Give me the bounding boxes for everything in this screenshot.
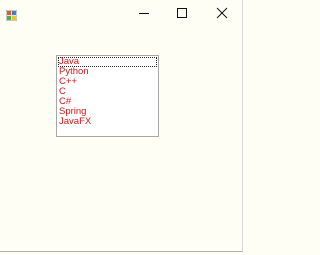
language-listbox[interactable]: Java Python C++ C C# Spring JavaFX — [56, 55, 159, 137]
close-button[interactable] — [204, 0, 240, 25]
app-icon[interactable] — [5, 6, 18, 22]
maximize-button[interactable] — [164, 0, 200, 25]
minimize-icon — [139, 12, 149, 14]
list-item[interactable]: JavaFX — [58, 117, 157, 127]
app-window: Java Python C++ C C# Spring JavaFX — [0, 0, 243, 252]
title-bar[interactable] — [0, 0, 242, 25]
list-item[interactable]: C — [58, 87, 157, 97]
minimize-button[interactable] — [126, 0, 162, 25]
maximize-icon — [177, 7, 187, 18]
close-icon — [216, 7, 228, 18]
list-item[interactable]: C++ — [58, 77, 157, 87]
